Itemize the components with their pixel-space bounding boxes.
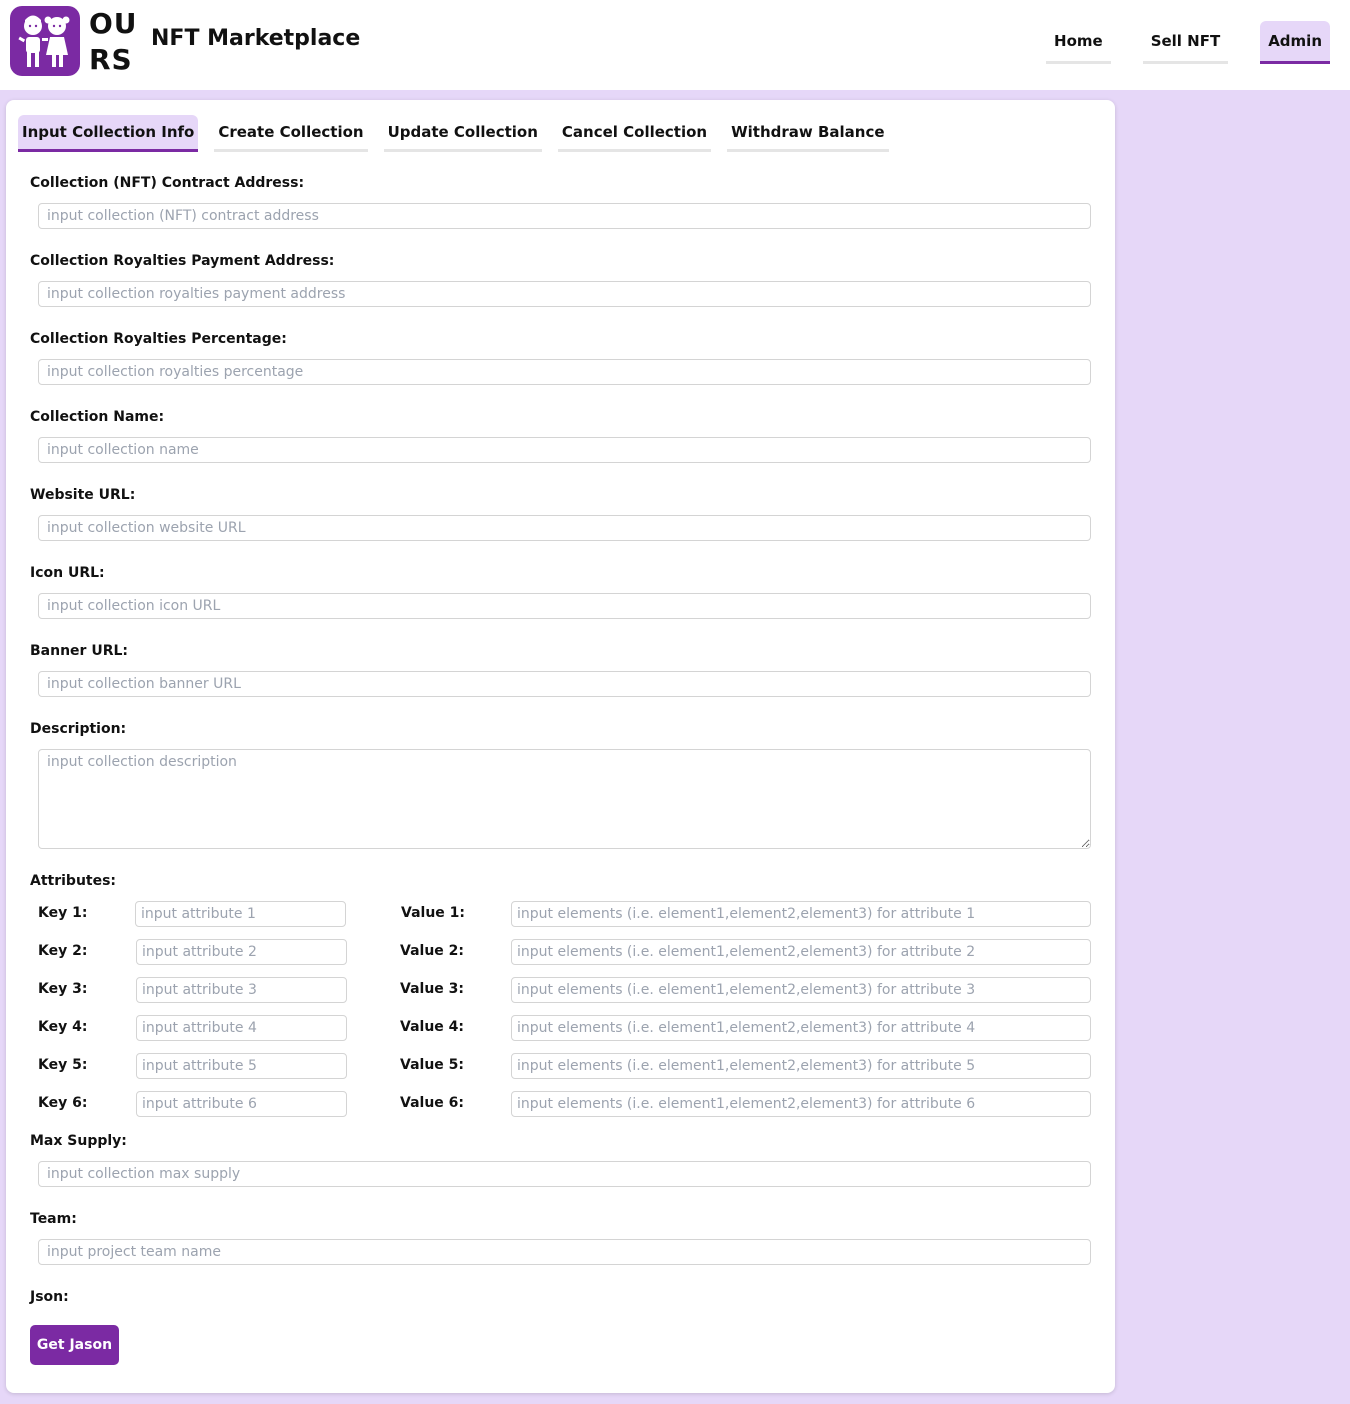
logo-text-line1: OU	[89, 7, 138, 40]
attr-key-label-6: Key 6:	[38, 1095, 88, 1111]
royalties-percentage-input[interactable]	[38, 359, 1091, 385]
attributes-label: Attributes:	[30, 873, 117, 889]
tab-cancel-collection[interactable]: Cancel Collection	[557, 115, 712, 152]
admin-tabs: Input Collection Info Create Collection …	[18, 115, 889, 152]
json-label: Json:	[30, 1289, 69, 1305]
nav-home[interactable]: Home	[1046, 21, 1111, 64]
tab-update-collection[interactable]: Update Collection	[383, 115, 542, 152]
attr-key-label-3: Key 3:	[38, 981, 88, 997]
logo-icon[interactable]	[10, 6, 80, 76]
attr-value-label-5: Value 5:	[400, 1057, 464, 1073]
contract-address-input[interactable]	[38, 203, 1091, 229]
attr-value-input-1[interactable]	[511, 901, 1091, 927]
main-nav: Home Sell NFT Admin	[1046, 21, 1330, 64]
logo-text-line2: RS	[89, 43, 133, 76]
attr-value-input-4[interactable]	[511, 1015, 1091, 1041]
icon-url-label: Icon URL:	[30, 565, 105, 581]
contract-address-label: Collection (NFT) Contract Address:	[30, 175, 305, 191]
attr-value-label-4: Value 4:	[400, 1019, 464, 1035]
banner-url-label: Banner URL:	[30, 643, 128, 659]
attr-key-label-2: Key 2:	[38, 943, 88, 959]
attr-key-input-3[interactable]	[136, 977, 347, 1003]
tab-create-collection[interactable]: Create Collection	[214, 115, 368, 152]
attr-key-label-1: Key 1:	[38, 905, 88, 921]
attr-value-input-6[interactable]	[511, 1091, 1091, 1117]
top-header: OU RS NFT Marketplace Home Sell NFT Admi…	[0, 0, 1350, 90]
max-supply-label: Max Supply:	[30, 1133, 127, 1149]
attr-key-input-6[interactable]	[136, 1091, 347, 1117]
description-textarea[interactable]	[38, 749, 1091, 849]
brand-title[interactable]: NFT Marketplace	[151, 26, 360, 51]
royalties-address-label: Collection Royalties Payment Address:	[30, 253, 335, 269]
max-supply-input[interactable]	[38, 1161, 1091, 1187]
tab-input-collection-info[interactable]: Input Collection Info	[18, 115, 199, 152]
attr-value-label-6: Value 6:	[400, 1095, 464, 1111]
attr-key-input-5[interactable]	[136, 1053, 347, 1079]
get-json-button[interactable]: Get Jason	[30, 1325, 119, 1365]
banner-url-input[interactable]	[38, 671, 1091, 697]
collection-name-label: Collection Name:	[30, 409, 165, 425]
attr-value-input-3[interactable]	[511, 977, 1091, 1003]
attr-key-label-5: Key 5:	[38, 1057, 88, 1073]
website-url-input[interactable]	[38, 515, 1091, 541]
royalties-percentage-label: Collection Royalties Percentage:	[30, 331, 287, 347]
description-label: Description:	[30, 721, 127, 737]
attr-key-label-4: Key 4:	[38, 1019, 88, 1035]
tab-withdraw-balance[interactable]: Withdraw Balance	[727, 115, 889, 152]
attr-value-input-5[interactable]	[511, 1053, 1091, 1079]
nav-sell-nft[interactable]: Sell NFT	[1142, 21, 1229, 64]
attr-value-label-2: Value 2:	[400, 943, 464, 959]
icon-url-input[interactable]	[38, 593, 1091, 619]
attr-value-label-1: Value 1:	[401, 905, 465, 921]
admin-panel: Input Collection Info Create Collection …	[6, 100, 1115, 1393]
royalties-address-input[interactable]	[38, 281, 1091, 307]
attr-value-label-3: Value 3:	[400, 981, 464, 997]
team-label: Team:	[30, 1211, 77, 1227]
logo-wordmark: OU RS	[89, 6, 139, 78]
team-input[interactable]	[38, 1239, 1091, 1265]
website-url-label: Website URL:	[30, 487, 136, 503]
attr-key-input-1[interactable]	[135, 901, 346, 927]
attr-key-input-4[interactable]	[136, 1015, 347, 1041]
attr-key-input-2[interactable]	[136, 939, 347, 965]
collection-name-input[interactable]	[38, 437, 1091, 463]
nav-admin[interactable]: Admin	[1260, 21, 1330, 64]
attr-value-input-2[interactable]	[511, 939, 1091, 965]
